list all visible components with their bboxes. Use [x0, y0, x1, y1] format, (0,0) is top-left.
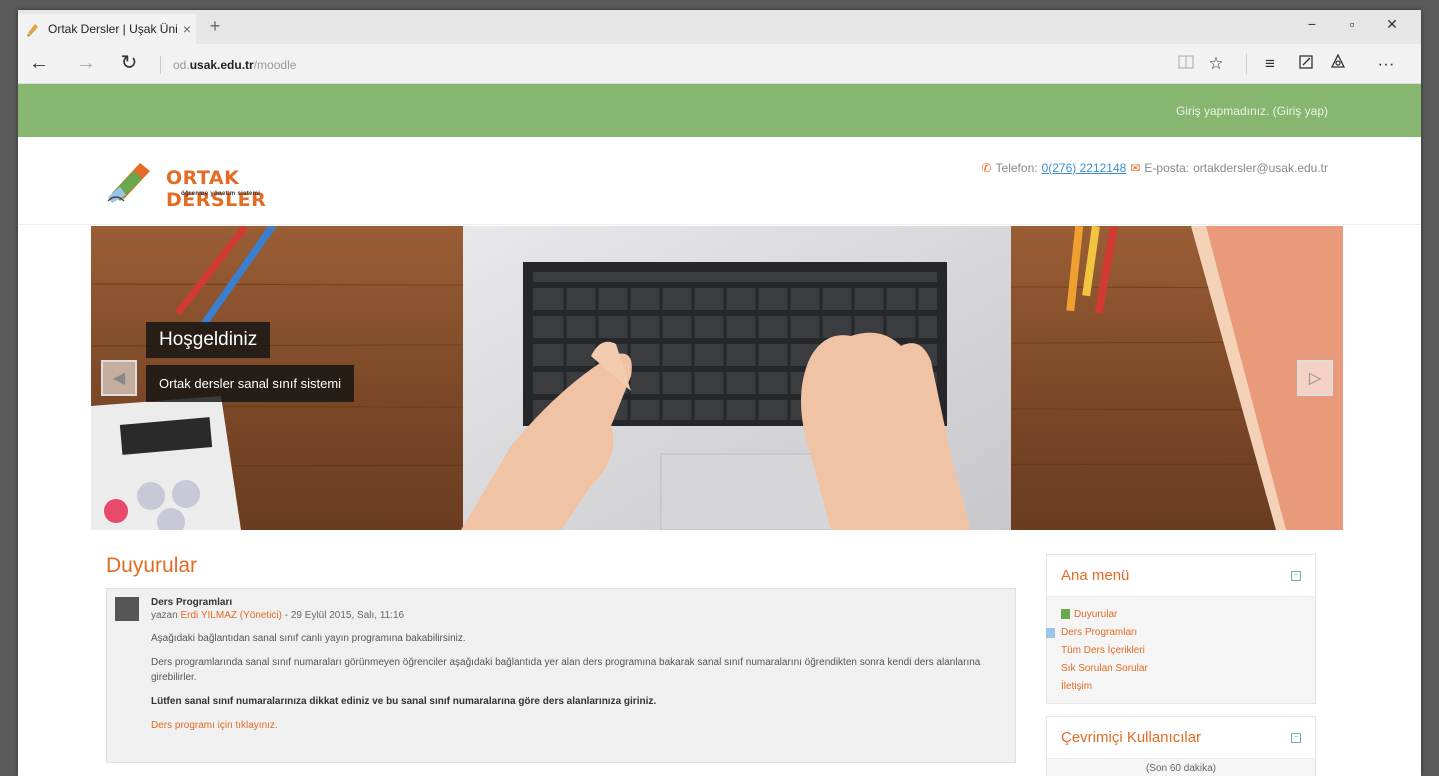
image-slider: Hoşgeldiniz Ortak dersler sanal sınıf si…	[91, 226, 1343, 530]
right-sidebar: Ana menü − Duyurular Ders Programları Tü…	[1046, 554, 1316, 776]
maximize-button[interactable]: ▫	[1337, 16, 1367, 32]
site-logo[interactable]: ORTAK DERSLER öğrenme yönetim sistemi	[106, 157, 306, 211]
forum-post: Ders Programları yazan Erdi YILMAZ (Yöne…	[106, 588, 1016, 763]
menu-item-sik-sorulan-sorular[interactable]: Sık Sorulan Sorular	[1046, 628, 1301, 677]
phone-icon: ✆	[981, 161, 992, 175]
site-favicon-icon	[26, 21, 42, 37]
refresh-button[interactable]: ↻	[116, 52, 142, 74]
site-news: Duyurular Ders Programları yazan Erdi YI…	[106, 554, 1016, 776]
logo-title: ORTAK DERSLER	[166, 167, 267, 211]
address-bar: ← → ↻ od.usak.edu.tr/moodle ☆ ≡ ···	[18, 44, 1421, 84]
browser-tab[interactable]: Ortak Dersler | Uşak Üni ×	[18, 14, 196, 44]
reading-view-icon[interactable]	[1174, 53, 1198, 75]
online-users-block: Çevrimiçi Kullanıcılar − (Son 60 dakika)	[1046, 716, 1316, 776]
more-menu-icon[interactable]: ···	[1374, 53, 1398, 75]
menu-item-label: Sık Sorulan Sorular	[1061, 662, 1148, 674]
tab-bar: Ortak Dersler | Uşak Üni × + − ▫ ✕	[18, 10, 1421, 44]
collapse-icon[interactable]: −	[1291, 732, 1301, 743]
menu-item-label: Tüm Ders İçerikleri	[1061, 644, 1145, 656]
author-avatar[interactable]	[115, 597, 139, 621]
new-tab-button[interactable]: +	[204, 16, 226, 37]
page-icon	[1046, 628, 1055, 638]
post-paragraph-1: Aşağıdaki bağlantıdan sanal sınıf canlı …	[151, 633, 466, 644]
phone-link[interactable]: 0(276) 2212148	[1042, 161, 1127, 175]
favorite-star-icon[interactable]: ☆	[1204, 53, 1228, 75]
post-paragraph-3: Lütfen sanal sınıf numaralarınıza dikkat…	[151, 696, 657, 707]
login-link[interactable]: Giriş yapmadınız. (Giriş yap)	[1176, 104, 1328, 118]
tab-close-icon[interactable]: ×	[178, 21, 196, 37]
top-bar: Giriş yapmadınız. (Giriş yap)	[18, 84, 1421, 137]
post-meta: yazan Erdi YILMAZ (Yönetici) - 29 Eylül …	[151, 610, 1003, 621]
back-button[interactable]: ←	[26, 52, 52, 74]
browser-window: Ortak Dersler | Uşak Üni × + − ▫ ✕ ← → ↻…	[18, 10, 1421, 776]
menu-item-duyurular[interactable]: Duyurular	[1061, 605, 1301, 623]
toolbar-separator	[1246, 54, 1247, 74]
news-heading: Duyurular	[106, 554, 198, 577]
online-users-period: (Son 60 dakika)	[1047, 759, 1315, 776]
menu-item-label: Ders Programları	[1061, 626, 1138, 638]
menu-item-tum-ders-icerikleri[interactable]: Tüm Ders İçerikleri	[1046, 628, 1301, 659]
minimize-button[interactable]: −	[1297, 16, 1327, 32]
email-icon: ✉	[1130, 161, 1141, 175]
main-menu-title: Ana menü	[1061, 567, 1130, 584]
slider-next-button[interactable]: ▷	[1297, 360, 1333, 396]
url-domain: usak.edu.tr	[189, 58, 254, 72]
web-page: Giriş yapmadınız. (Giriş yap) ORTAK DERS…	[18, 84, 1421, 776]
post-by-label: yazan	[151, 610, 178, 621]
email-value: ortakdersler@usak.edu.tr	[1193, 161, 1328, 175]
next-arrow-icon: ▷	[1308, 370, 1322, 387]
menu-item-iletisim[interactable]: İletişim	[1046, 628, 1301, 695]
close-window-button[interactable]: ✕	[1377, 16, 1407, 33]
slider-prev-button[interactable]: ◀	[101, 360, 137, 396]
menu-item-label: İletişim	[1061, 680, 1093, 692]
online-users-title: Çevrimiçi Kullanıcılar	[1061, 729, 1202, 746]
post-paragraph-2: Ders programlarında sanal sınıf numarala…	[151, 657, 981, 683]
email-label: E-posta:	[1144, 161, 1190, 175]
site-header: ORTAK DERSLER öğrenme yönetim sistemi ✆ …	[18, 137, 1421, 225]
url-field[interactable]: od.usak.edu.tr/moodle	[160, 56, 296, 74]
url-path: /moodle	[253, 58, 297, 72]
forward-button[interactable]: →	[73, 52, 99, 74]
slide-caption-title: Hoşgeldiniz	[146, 322, 271, 358]
tab-title: Ortak Dersler | Uşak Üni	[48, 22, 178, 36]
url-prefix: od.	[173, 58, 190, 72]
menu-item-ders-programlari[interactable]: Ders Programları	[1046, 623, 1301, 641]
prev-arrow-icon: ◀	[112, 370, 126, 387]
post-author-link[interactable]: Erdi YILMAZ (Yönetici)	[180, 610, 282, 621]
main-menu-block: Ana menü − Duyurular Ders Programları Tü…	[1046, 554, 1316, 704]
menu-item-label: Duyurular	[1074, 608, 1118, 620]
forum-icon	[1061, 609, 1070, 619]
post-body: Aşağıdaki bağlantıdan sanal sınıf canlı …	[151, 631, 1003, 733]
contact-info: ✆ Telefon: 0(276) 2212148 ✉ E-posta: ort…	[981, 161, 1328, 175]
collapse-icon[interactable]: −	[1291, 570, 1301, 581]
hub-icon[interactable]: ≡	[1258, 53, 1282, 75]
share-icon[interactable]	[1326, 53, 1350, 75]
logo-pencil-icon	[107, 163, 150, 203]
post-subject: Ders Programları	[151, 597, 233, 608]
slide-caption-subtitle: Ortak dersler sanal sınıf sistemi	[146, 365, 355, 402]
main-menu-list: Duyurular Ders Programları Tüm Ders İçer…	[1046, 597, 1315, 703]
schedule-link[interactable]: Ders programı için tıklayınız.	[151, 720, 278, 731]
logo-subtitle: öğrenme yönetim sistemi	[181, 191, 261, 197]
phone-label: Telefon:	[995, 161, 1038, 175]
web-note-icon[interactable]	[1294, 53, 1318, 75]
post-date: - 29 Eylül 2015, Salı, 11:16	[284, 610, 405, 621]
